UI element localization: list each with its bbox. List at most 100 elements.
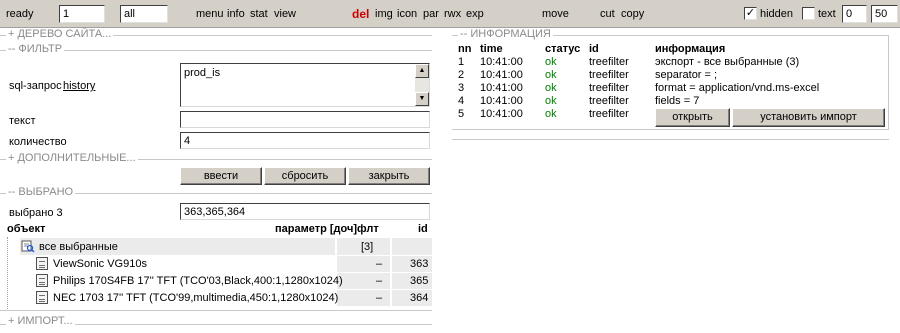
filter-section-header[interactable]: -- ФИЛЬТР [6, 43, 65, 55]
log-id: treefilter [589, 69, 629, 81]
page-input[interactable] [59, 5, 105, 23]
log-info: format = application/vnd.ms-excel [655, 82, 820, 94]
table-row-id: 365 [410, 275, 429, 287]
sql-query-box[interactable]: prod_is ▲ ▼ [180, 63, 430, 107]
log-status: ok [545, 95, 557, 107]
table-row-id: 364 [410, 292, 429, 304]
col-id-header: id [418, 223, 428, 235]
tree-section-header[interactable]: + ДЕРЕВО САЙТА... [6, 28, 114, 40]
document-icon [36, 291, 48, 304]
col-param-header: параметр [доч]флт [275, 223, 379, 235]
info-bottom-divider [452, 129, 889, 130]
log-time: 10:41:00 [480, 69, 523, 81]
sql-query-text: prod_is [184, 67, 221, 79]
sql-label: sql-запрос [9, 80, 62, 92]
log-nn: 5 [458, 108, 465, 120]
selected-ids-field[interactable] [180, 203, 430, 220]
info-right-border [888, 35, 889, 129]
log-nn: 2 [458, 69, 465, 81]
table-row-flag: – [376, 258, 383, 270]
reset-button[interactable]: сбросить [264, 167, 346, 185]
log-info: fields = 7 [655, 95, 700, 107]
range-to-input[interactable] [871, 5, 898, 23]
exp-link[interactable]: exp [466, 8, 484, 20]
log-info: separator = ; [655, 69, 718, 81]
col-info-header: информация [655, 43, 726, 55]
table-row-name[interactable]: ViewSonic VG910s [53, 258, 147, 270]
log-nn: 4 [458, 95, 465, 107]
install-import-button[interactable]: установить импорт [732, 108, 885, 127]
log-nn: 1 [458, 56, 465, 68]
log-time: 10:41:00 [480, 82, 523, 94]
move-link[interactable]: move [542, 8, 569, 20]
text-field[interactable] [180, 111, 430, 128]
import-section-header[interactable]: + ИМПОРТ... [6, 315, 75, 327]
group-id-cell [392, 238, 432, 255]
log-status: ok [545, 69, 557, 81]
group-label[interactable]: все выбранные [39, 241, 118, 253]
hidden-label: hidden [760, 8, 794, 20]
col-id-header: id [589, 43, 599, 55]
open-button[interactable]: открыть [655, 108, 730, 127]
scroll-up-arrow-icon[interactable]: ▲ [415, 64, 429, 78]
document-icon [36, 257, 48, 270]
table-row-name[interactable]: NEC 1703 17'' TFT (TCO'99,multimedia,450… [53, 292, 338, 304]
table-row-id: 363 [410, 258, 429, 270]
group-count: [3] [361, 241, 374, 253]
document-icon [36, 274, 48, 287]
status-text: ready [6, 8, 34, 20]
info-section-header[interactable]: -- ИНФОРМАЦИЯ [458, 28, 553, 40]
text-checkbox[interactable] [802, 7, 815, 20]
close-button[interactable]: закрыть [348, 167, 430, 185]
history-link[interactable]: history [63, 80, 95, 92]
text-field-label: текст [9, 115, 36, 127]
extra-section-header[interactable]: + ДОПОЛНИТЕЛЬНЫЕ... [6, 152, 138, 164]
selected-label: выбрано 3 [9, 207, 63, 219]
hidden-checkbox[interactable]: ✓ [744, 7, 757, 20]
col-nn-header: nn [458, 43, 472, 55]
log-id: treefilter [589, 95, 629, 107]
filter-divider [0, 50, 432, 51]
range-from-input[interactable] [842, 5, 867, 23]
col-time-header: time [480, 43, 503, 55]
info-link[interactable]: info [227, 8, 245, 20]
view-link[interactable]: view [274, 8, 296, 20]
selected-section-header[interactable]: -- ВЫБРАНО [6, 186, 76, 198]
table-row-name[interactable]: Philips 170S4FB 17'' TFT (TCO'03,Black,4… [53, 275, 343, 287]
stat-link[interactable]: stat [250, 8, 268, 20]
par-link[interactable]: par [423, 8, 439, 20]
log-status: ok [545, 108, 557, 120]
log-time: 10:41:00 [480, 108, 523, 120]
search-folder-icon [21, 240, 35, 253]
copy-link[interactable]: copy [621, 8, 644, 20]
tree-guide-line [7, 237, 8, 309]
filter-input[interactable] [120, 5, 168, 23]
delete-link[interactable]: del [352, 7, 369, 21]
col-object-header: объект [7, 223, 46, 235]
table-row-flag: – [376, 292, 383, 304]
log-info: экспорт - все выбранные (3) [655, 56, 800, 68]
img-link[interactable]: img [375, 8, 393, 20]
text-label: text [818, 8, 836, 20]
rwx-link[interactable]: rwx [444, 8, 461, 20]
log-id: treefilter [589, 82, 629, 94]
table-bottom-divider [0, 310, 432, 311]
menu-link[interactable]: menu [196, 8, 224, 20]
log-status: ok [545, 56, 557, 68]
log-time: 10:41:00 [480, 95, 523, 107]
log-time: 10:41:00 [480, 56, 523, 68]
count-field[interactable] [180, 132, 430, 149]
enter-button[interactable]: ввести [180, 167, 262, 185]
scroll-down-arrow-icon[interactable]: ▼ [415, 92, 429, 106]
table-row-flag: – [376, 275, 383, 287]
log-id: treefilter [589, 108, 629, 120]
log-id: treefilter [589, 56, 629, 68]
cut-link[interactable]: cut [600, 8, 615, 20]
log-status: ok [545, 82, 557, 94]
log-nn: 3 [458, 82, 465, 94]
top-toolbar: ready menu info stat view del img icon p… [0, 0, 900, 28]
icon-link[interactable]: icon [397, 8, 417, 20]
count-label: количество [9, 136, 67, 148]
sql-scrollbar[interactable]: ▲ ▼ [415, 64, 429, 106]
info-section-end [452, 139, 889, 140]
